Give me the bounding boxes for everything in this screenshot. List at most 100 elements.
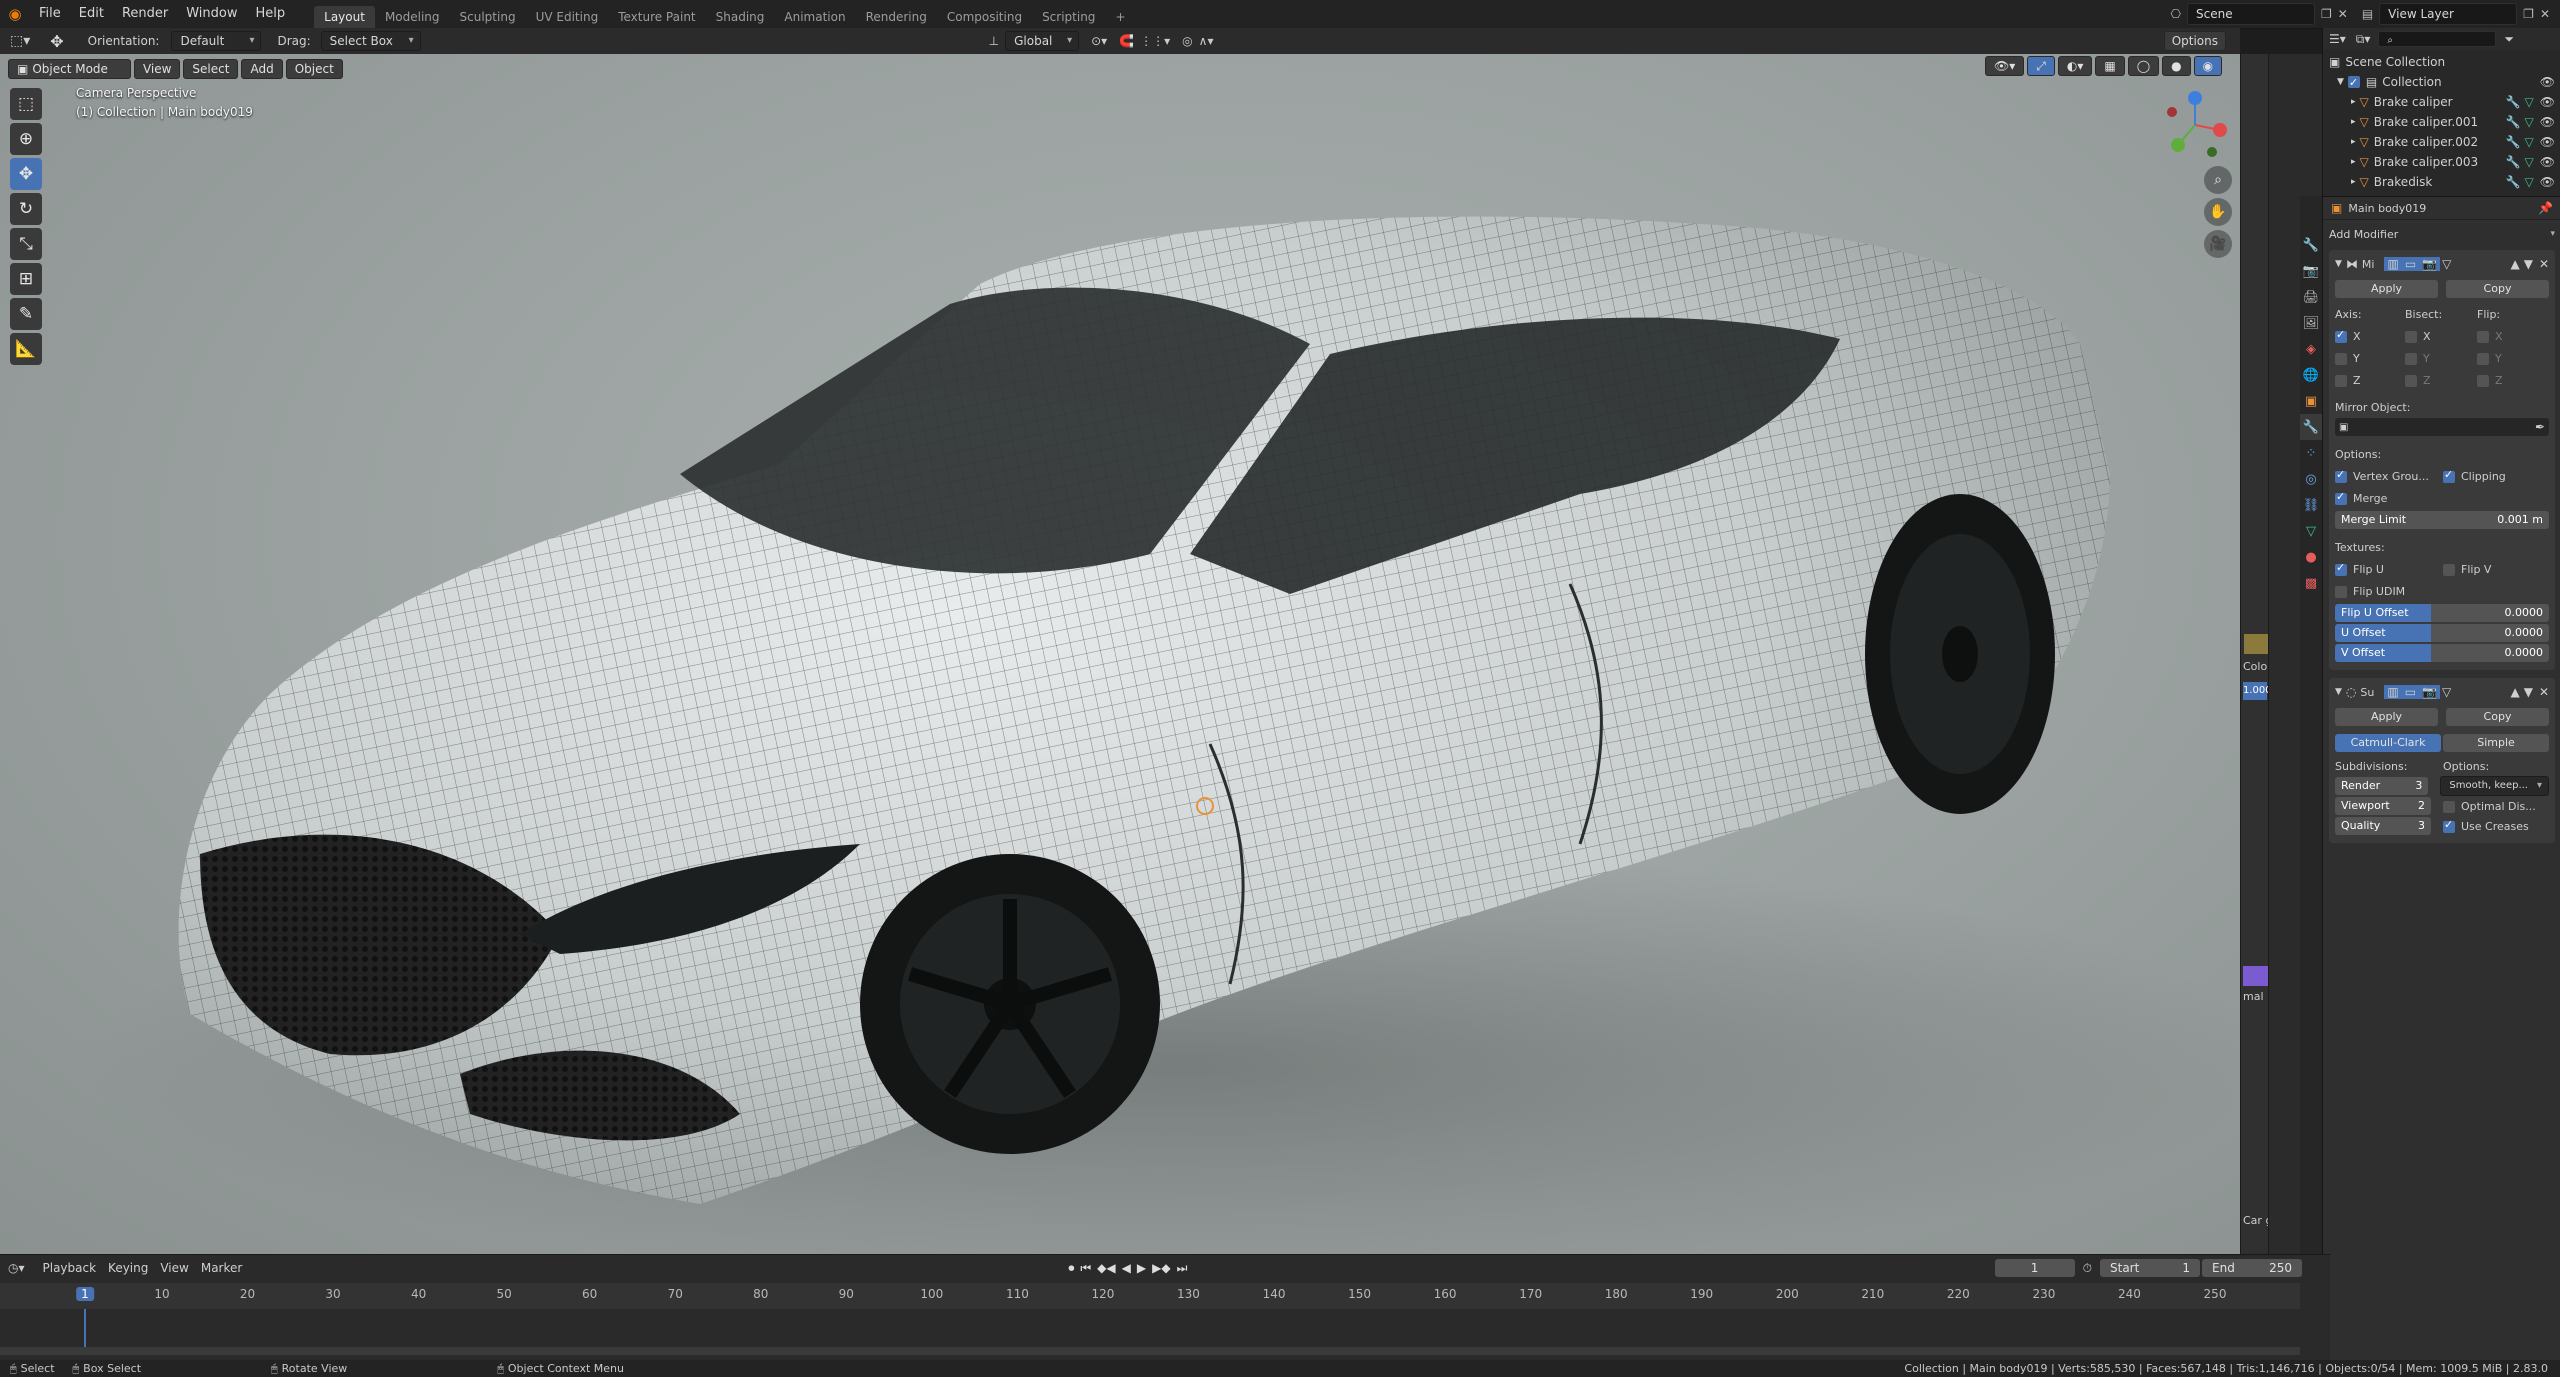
prev-keyframe-icon[interactable]: ◆◀ <box>1097 1261 1115 1275</box>
catmull-clark-button[interactable]: Catmull-Clark <box>2335 734 2441 752</box>
move-down-icon[interactable]: ▼ <box>2524 257 2533 271</box>
expand-arrow-icon[interactable]: ▸ <box>2351 152 2356 172</box>
outliner-display-icon[interactable]: ⧉▾ <box>2356 32 2371 47</box>
visibility-icon[interactable]: 👁▾ <box>1985 56 2025 76</box>
axis-gizmo[interactable] <box>2160 90 2230 160</box>
editmode-toggle-icon[interactable]: ▥ <box>2384 685 2402 699</box>
playback-menu[interactable]: Playback <box>37 1261 103 1275</box>
merge-limit-field[interactable]: Merge Limit 0.001 m <box>2335 511 2549 529</box>
tree-item[interactable]: ▸ ▽ Brake caliper.001 🔧 ▽ 👁 <box>2329 112 2555 132</box>
new-scene-icon[interactable]: ❐ <box>2321 7 2332 21</box>
new-view-layer-icon[interactable]: ❐ <box>2523 7 2534 21</box>
move-tool-icon[interactable]: ✥ <box>10 158 42 190</box>
quality-field[interactable]: Quality 3 <box>2335 817 2431 835</box>
marker-menu[interactable]: Marker <box>195 1261 248 1275</box>
transform-tool-icon[interactable]: ⊞ <box>10 263 42 295</box>
u-offset-field[interactable]: U Offset 0.0000 <box>2335 624 2549 642</box>
blender-logo-icon[interactable]: ◉ <box>0 5 30 23</box>
camera-view-icon[interactable]: 🎥 <box>2204 230 2232 258</box>
wireframe-shading-icon[interactable]: ◯ <box>2127 56 2160 76</box>
viewport-toggle-icon[interactable]: ▭ <box>2401 257 2420 271</box>
view-layer-tab-icon[interactable]: 🖼 <box>2300 310 2322 336</box>
cage-toggle-icon[interactable]: ▽ <box>2442 685 2451 699</box>
falloff-icon[interactable]: ∧▾ <box>1199 34 1214 48</box>
menu-file[interactable]: File <box>30 0 70 28</box>
options-dropdown[interactable]: Options <box>2163 31 2226 51</box>
object-tab-icon[interactable]: ▣ <box>2300 388 2322 414</box>
physics-tab-icon[interactable]: ◎ <box>2300 466 2322 492</box>
jump-end-icon[interactable]: ⏭ <box>1177 1261 1188 1276</box>
eye-icon[interactable]: 👁 <box>2540 112 2555 132</box>
data-tab-icon[interactable]: ▽ <box>2300 518 2322 544</box>
pin-icon[interactable]: 📌 <box>2538 201 2553 215</box>
modifier-tab-icon[interactable]: 🔧 <box>2300 414 2322 440</box>
timeline-scrollbar[interactable] <box>0 1347 2300 1355</box>
tree-collection[interactable]: ▼ ▤ Collection 👁 <box>2329 72 2555 93</box>
select-tool-icon[interactable]: ⬚ <box>10 88 42 120</box>
move-up-icon[interactable]: ▲ <box>2510 257 2519 271</box>
eye-icon[interactable]: 👁 <box>2540 132 2555 152</box>
drag-dropdown[interactable]: Select Box <box>320 31 421 51</box>
axis-y-checkbox[interactable] <box>2335 352 2347 365</box>
flip-u-offset-field[interactable]: Flip U Offset 0.0000 <box>2335 604 2549 622</box>
flip-u-checkbox[interactable] <box>2335 561 2347 576</box>
color-value-field[interactable]: 1.000 <box>2243 682 2272 700</box>
v-offset-field[interactable]: V Offset 0.0000 <box>2335 644 2549 662</box>
constraints-tab-icon[interactable]: ⛓ <box>2300 492 2322 518</box>
bisect-z-checkbox[interactable] <box>2405 374 2417 387</box>
flip-x-checkbox[interactable] <box>2477 330 2489 343</box>
overlays-icon[interactable]: ◐▾ <box>2057 56 2093 76</box>
view-menu[interactable]: View <box>133 59 181 79</box>
timeline-editor-icon[interactable]: ◷▾ <box>8 1261 25 1275</box>
clipping-checkbox[interactable] <box>2443 468 2455 483</box>
measure-tool-icon[interactable]: 📐 <box>10 333 42 365</box>
material-shading-icon[interactable]: ◉ <box>2193 56 2223 76</box>
editmode-toggle-icon[interactable]: ▥ <box>2384 257 2402 271</box>
tab-scripting[interactable]: Scripting <box>1032 6 1105 28</box>
node-header[interactable] <box>2243 966 2269 986</box>
expand-arrow-icon[interactable]: ▼ <box>2337 72 2344 92</box>
tree-item[interactable]: ▸ ▽ Brakedisk 🔧 ▽ 👁 <box>2329 172 2555 192</box>
solid-shading-icon[interactable]: ● <box>2162 56 2191 76</box>
eyedropper-icon[interactable]: ✒ <box>2535 420 2545 434</box>
move-down-icon[interactable]: ▼ <box>2524 685 2533 699</box>
collapse-arrow-icon[interactable]: ▼ <box>2335 687 2342 697</box>
record-icon[interactable]: ⏺ <box>1068 1261 1074 1276</box>
flip-udim-checkbox[interactable] <box>2335 585 2347 598</box>
outliner-editor-icon[interactable]: ☰▾ <box>2329 32 2346 46</box>
menu-help[interactable]: Help <box>247 0 295 28</box>
viewport-toggle-icon[interactable]: ▭ <box>2401 685 2420 699</box>
cursor-tool-icon[interactable]: ⊕ <box>10 123 42 155</box>
xray-icon[interactable]: ▦ <box>2095 56 2125 76</box>
material-tab-icon[interactable]: ● <box>2300 544 2322 570</box>
expand-arrow-icon[interactable]: ▸ <box>2351 112 2356 132</box>
add-workspace-button[interactable]: + <box>1105 6 1135 28</box>
particles-tab-icon[interactable]: ⁘ <box>2300 440 2322 466</box>
output-tab-icon[interactable]: 🖨 <box>2300 284 2322 310</box>
tree-item[interactable]: ▸ ▽ Brake caliper.003 🔧 ▽ 👁 <box>2329 152 2555 172</box>
gizmo-toggle-icon[interactable]: ⤢ <box>2027 56 2055 76</box>
mirror-name-field[interactable]: Mi <box>2362 258 2375 271</box>
render-toggle-icon[interactable]: 📷 <box>2419 685 2441 699</box>
delete-view-layer-icon[interactable]: ✕ <box>2540 7 2550 21</box>
menu-edit[interactable]: Edit <box>70 0 113 28</box>
tree-item[interactable]: ▸ ▽ Brake caliper 🔧 ▽ 👁 <box>2329 92 2555 112</box>
texture-tab-icon[interactable]: ▩ <box>2300 570 2322 596</box>
orientation-dropdown[interactable]: Default <box>171 31 262 51</box>
play-reverse-icon[interactable]: ◀ <box>1122 1261 1131 1275</box>
eye-icon[interactable]: 👁 <box>2540 72 2555 92</box>
expand-arrow-icon[interactable]: ▸ <box>2351 92 2356 112</box>
simple-button[interactable]: Simple <box>2443 734 2549 752</box>
3d-viewport[interactable]: ▣ Object Mode View Select Add Object 👁▾ ⤢… <box>0 54 2240 1254</box>
snap-target-icon[interactable]: ⋮⋮▾ <box>1140 34 1170 48</box>
eye-icon[interactable]: 👁 <box>2540 152 2555 172</box>
editor-type-icon[interactable]: ⬚▾ <box>10 33 30 49</box>
rotate-tool-icon[interactable]: ↻ <box>10 193 42 225</box>
flip-y-checkbox[interactable] <box>2477 352 2489 365</box>
pan-hand-icon[interactable]: ✋ <box>2204 198 2232 226</box>
subsurf-name-field[interactable]: Su <box>2360 686 2374 699</box>
mirror-object-field[interactable]: ▣ ✒ <box>2335 418 2549 436</box>
remove-modifier-icon[interactable]: ✕ <box>2539 257 2549 271</box>
car-model-render[interactable] <box>0 54 2240 1254</box>
vertex-groups-checkbox[interactable] <box>2335 468 2347 483</box>
